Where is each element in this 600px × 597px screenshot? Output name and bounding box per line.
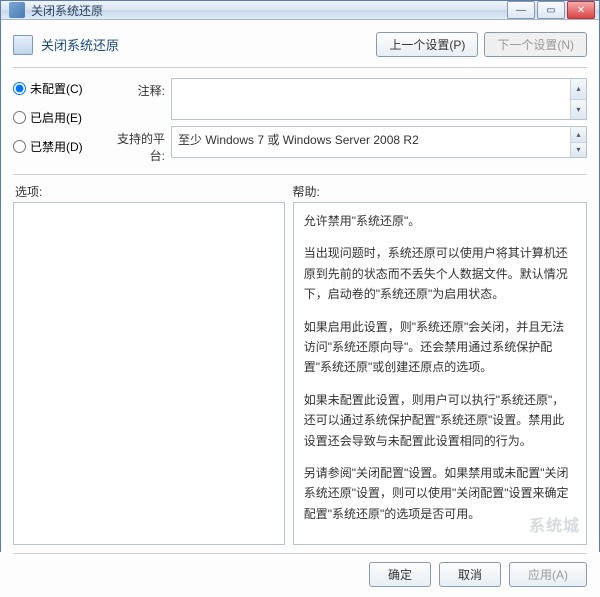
help-paragraph: 如果未配置此设置，则用户可以执行"系统还原"，还可以通过系统保护配置"系统还原"… <box>304 390 576 451</box>
close-button[interactable]: ✕ <box>567 1 595 19</box>
supported-platform-value: 至少 Windows 7 或 Windows Server 2008 R2 <box>178 133 419 147</box>
comment-label: 注释: <box>103 78 165 99</box>
footer-buttons: 确定 取消 应用(A) <box>13 553 587 589</box>
previous-setting-button[interactable]: 上一个设置(P) <box>376 32 478 57</box>
comment-input[interactable]: ▴ ▾ <box>171 78 587 120</box>
content-area: 关闭系统还原 上一个设置(P) 下一个设置(N) 未配置(C) 已启用(E) <box>1 20 599 597</box>
app-icon <box>9 2 25 18</box>
ok-button[interactable]: 确定 <box>369 562 431 587</box>
radio-enabled-label: 已启用(E) <box>30 109 82 126</box>
minimize-button[interactable]: — <box>507 1 535 19</box>
window-title: 关闭系统还原 <box>29 2 507 19</box>
help-panel[interactable]: 允许禁用"系统还原"。 当出现问题时，系统还原可以使用户将其计算机还原到先前的状… <box>293 202 587 545</box>
help-paragraph: 允许禁用"系统还原"。 <box>304 211 576 231</box>
maximize-button[interactable]: ▭ <box>537 1 565 19</box>
window-controls: — ▭ ✕ <box>507 1 595 19</box>
supported-platform-field: 至少 Windows 7 或 Windows Server 2008 R2 ▴ … <box>171 126 587 158</box>
radio-not-configured-label: 未配置(C) <box>30 80 83 97</box>
help-paragraph: 当出现问题时，系统还原可以使用户将其计算机还原到先前的状态而不丢失个人数据文件。… <box>304 243 576 304</box>
apply-button[interactable]: 应用(A) <box>509 562 587 587</box>
header-row: 关闭系统还原 上一个设置(P) 下一个设置(N) <box>13 28 587 68</box>
help-paragraph: 如果启用此设置，则"系统还原"会关闭，并且无法访问"系统还原向导"。还会禁用通过… <box>304 317 576 378</box>
radio-disabled-input[interactable] <box>13 140 26 153</box>
policy-icon <box>13 35 33 55</box>
state-radio-group: 未配置(C) 已启用(E) 已禁用(D) <box>13 78 91 164</box>
comment-scroll-up[interactable]: ▴ <box>570 79 586 100</box>
section-labels: 选项: 帮助: <box>13 175 587 202</box>
radio-disabled-label: 已禁用(D) <box>30 138 83 155</box>
comment-scroll-down[interactable]: ▾ <box>570 100 586 120</box>
radio-not-configured-input[interactable] <box>13 82 26 95</box>
page-title: 关闭系统还原 <box>41 35 119 54</box>
help-paragraph: 另请参阅"关闭配置"设置。如果禁用或未配置"关闭系统还原"设置，则可以使用"关闭… <box>304 463 576 524</box>
radio-enabled-input[interactable] <box>13 111 26 124</box>
platform-label: 支持的平台: <box>103 126 165 164</box>
radio-not-configured[interactable]: 未配置(C) <box>13 80 91 97</box>
policy-dialog: 关闭系统还原 — ▭ ✕ 关闭系统还原 上一个设置(P) 下一个设置(N) 未配… <box>0 0 600 552</box>
platform-scroll-down[interactable]: ▾ <box>570 143 586 158</box>
radio-enabled[interactable]: 已启用(E) <box>13 109 91 126</box>
panels-row: 允许禁用"系统还原"。 当出现问题时，系统还原可以使用户将其计算机还原到先前的状… <box>13 202 587 545</box>
help-section-label: 帮助: <box>289 183 587 200</box>
next-setting-button: 下一个设置(N) <box>484 32 587 57</box>
radio-disabled[interactable]: 已禁用(D) <box>13 138 91 155</box>
platform-scroll-up[interactable]: ▴ <box>570 127 586 143</box>
cancel-button[interactable]: 取消 <box>439 562 501 587</box>
config-row: 未配置(C) 已启用(E) 已禁用(D) 注释: ▴ <box>13 68 587 175</box>
options-section-label: 选项: <box>13 183 289 200</box>
options-panel <box>13 202 285 545</box>
titlebar: 关闭系统还原 — ▭ ✕ <box>1 1 599 20</box>
